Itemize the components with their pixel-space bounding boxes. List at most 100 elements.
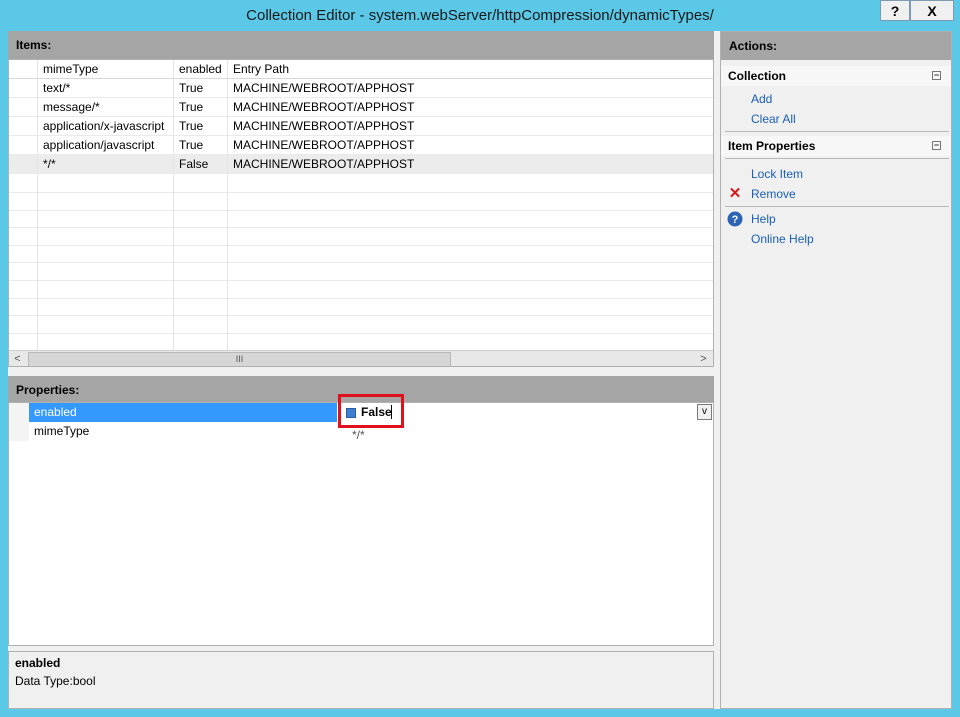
clear-all-link[interactable]: Clear All [751, 109, 796, 129]
chevron-down-icon[interactable]: v [697, 404, 712, 420]
lock-item-link[interactable]: Lock Item [751, 164, 803, 184]
row-selector[interactable] [9, 117, 38, 136]
column-header-mimetype[interactable]: mimeType [38, 60, 174, 79]
items-header: Items: [8, 31, 714, 59]
property-value[interactable]: */* [342, 422, 702, 442]
empty-row [9, 332, 713, 352]
empty-row [9, 297, 713, 317]
empty-cell [174, 297, 228, 317]
editor-pane: Items: mimeType enabled Entry Path text/… [8, 31, 714, 709]
table-row[interactable]: text/* True MACHINE/WEBROOT/APPHOST [9, 79, 713, 98]
collapse-icon[interactable]: − [932, 141, 941, 150]
property-gutter [9, 422, 29, 441]
property-gutter [9, 403, 29, 422]
cell-enabled: True [174, 136, 228, 155]
empty-cell [38, 209, 174, 229]
cell-entry-path: MACHINE/WEBROOT/APPHOST [228, 136, 713, 155]
remove-link[interactable]: Remove [751, 184, 796, 204]
empty-cell [38, 244, 174, 264]
collection-title: Collection [728, 69, 787, 83]
scroll-right-icon[interactable]: > [695, 351, 712, 366]
empty-cell [228, 192, 713, 211]
collapse-icon[interactable]: − [932, 71, 941, 80]
property-row-enabled[interactable]: enabled False v [9, 394, 713, 428]
cell-mimetype: message/* [38, 98, 174, 117]
property-name[interactable]: enabled [29, 403, 337, 422]
description-panel: enabled Data Type:bool [8, 651, 714, 709]
empty-cell [174, 209, 228, 229]
empty-cell [9, 244, 38, 264]
property-row-mimetype[interactable]: mimeType */* [9, 422, 713, 442]
actions-pane: Actions: Collection − Add Clear All Item… [720, 31, 952, 709]
table-row-selected[interactable]: */* False MACHINE/WEBROOT/APPHOST [9, 155, 713, 174]
remove-icon: ✕ [728, 185, 742, 202]
empty-cell [174, 314, 228, 334]
title-bar: Collection Editor - system.webServer/htt… [0, 0, 960, 31]
actions-header: Actions: [721, 32, 951, 60]
empty-cell [38, 262, 174, 281]
cell-enabled: True [174, 117, 228, 136]
empty-row [9, 279, 713, 299]
empty-cell [9, 297, 38, 317]
cell-entry-path: MACHINE/WEBROOT/APPHOST [228, 155, 713, 174]
scroll-left-icon[interactable]: < [9, 351, 26, 366]
empty-cell [174, 244, 228, 264]
empty-row [9, 191, 713, 211]
cell-entry-path: MACHINE/WEBROOT/APPHOST [228, 117, 713, 136]
empty-cell [38, 279, 174, 299]
empty-cell [228, 244, 713, 264]
empty-cell [9, 226, 38, 246]
table-row[interactable]: application/javascript True MACHINE/WEBR… [9, 136, 713, 155]
divider [725, 158, 949, 159]
empty-cell [174, 191, 228, 211]
empty-cell [174, 262, 228, 281]
items-grid[interactable]: mimeType enabled Entry Path text/* True … [8, 59, 714, 367]
cell-entry-path: MACHINE/WEBROOT/APPHOST [228, 98, 713, 117]
cell-mimetype: application/javascript [38, 136, 174, 155]
column-header-entry-path[interactable]: Entry Path [228, 60, 713, 79]
row-selector[interactable] [9, 136, 38, 155]
item-properties-title: Item Properties [728, 139, 816, 153]
description-text: Data Type:bool [15, 674, 96, 688]
help-button[interactable]: ? [880, 0, 910, 21]
empty-cell [38, 174, 174, 193]
empty-cell [38, 226, 174, 246]
empty-cell [38, 332, 174, 352]
svg-text:?: ? [732, 214, 739, 226]
column-header-enabled[interactable]: enabled [174, 60, 228, 79]
empty-row [9, 314, 713, 334]
table-row[interactable]: message/* True MACHINE/WEBROOT/APPHOST [9, 98, 713, 117]
empty-cell [228, 332, 713, 352]
window-title: Collection Editor - system.webServer/htt… [246, 7, 714, 24]
close-button[interactable]: X [910, 0, 954, 21]
help-link[interactable]: Help [751, 209, 776, 229]
divider [725, 131, 949, 132]
description-title: enabled [15, 656, 61, 670]
empty-cell [174, 279, 228, 299]
horizontal-scrollbar[interactable]: < III > [9, 350, 713, 366]
empty-cell [228, 280, 713, 299]
cell-mimetype: text/* [38, 79, 174, 98]
row-selector[interactable] [9, 98, 38, 117]
empty-cell [9, 314, 38, 334]
empty-cell [228, 174, 713, 193]
add-link[interactable]: Add [751, 89, 772, 109]
table-row[interactable]: application/x-javascript True MACHINE/WE… [9, 117, 713, 136]
empty-cell [228, 297, 713, 317]
item-properties-section-title[interactable]: Item Properties − [721, 136, 951, 156]
empty-cell [9, 209, 38, 229]
property-grid[interactable]: enabled False v mimeType */* [8, 394, 714, 646]
empty-row [9, 244, 713, 264]
empty-cell [228, 262, 713, 281]
online-help-link[interactable]: Online Help [751, 229, 814, 249]
scrollbar-thumb[interactable]: III [28, 352, 451, 366]
empty-cell [174, 226, 228, 246]
collection-section-title[interactable]: Collection − [721, 66, 951, 86]
row-selector[interactable] [9, 79, 38, 98]
empty-cell [9, 191, 38, 211]
cell-entry-path: MACHINE/WEBROOT/APPHOST [228, 79, 713, 98]
help-icon: ? [727, 211, 743, 227]
row-selector[interactable] [9, 155, 38, 174]
empty-cell [174, 174, 228, 193]
property-name[interactable]: mimeType [29, 422, 337, 441]
